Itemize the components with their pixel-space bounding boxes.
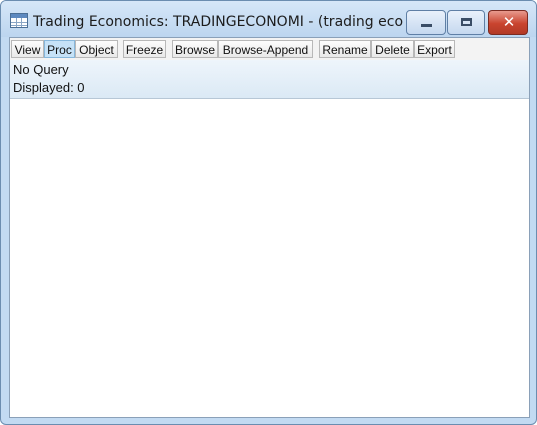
object-button[interactable]: Object — [75, 40, 118, 58]
query-info-panel: No Query Displayed: 0 — [10, 60, 529, 99]
browse-button[interactable]: Browse — [172, 40, 218, 58]
delete-button[interactable]: Delete — [371, 40, 414, 58]
proc-button[interactable]: Proc — [44, 40, 75, 58]
window-title: Trading Economics: TRADINGECONOMI - (tra… — [33, 14, 403, 30]
maximize-icon — [461, 18, 472, 26]
toolbar: View Proc Object Freeze Browse Browse-Ap… — [10, 38, 529, 61]
view-button[interactable]: View — [11, 40, 44, 58]
close-button[interactable]: ✕ — [488, 10, 528, 35]
close-icon: ✕ — [502, 13, 516, 31]
export-button[interactable]: Export — [414, 40, 455, 58]
maximize-button[interactable] — [447, 10, 485, 35]
app-window: Trading Economics: TRADINGECONOMI - (tra… — [0, 0, 537, 425]
minimize-button[interactable] — [406, 10, 446, 35]
table-icon — [10, 13, 28, 28]
title-bar[interactable]: Trading Economics: TRADINGECONOMI - (tra… — [1, 1, 536, 37]
query-status: No Query — [13, 62, 69, 77]
freeze-button[interactable]: Freeze — [123, 40, 166, 58]
minimize-icon — [421, 24, 432, 27]
object-view: View Proc Object Freeze Browse Browse-Ap… — [9, 37, 530, 418]
results-area[interactable] — [10, 99, 529, 417]
browse-append-button[interactable]: Browse-Append — [218, 40, 313, 58]
rename-button[interactable]: Rename — [319, 40, 371, 58]
displayed-count: Displayed: 0 — [13, 80, 85, 95]
